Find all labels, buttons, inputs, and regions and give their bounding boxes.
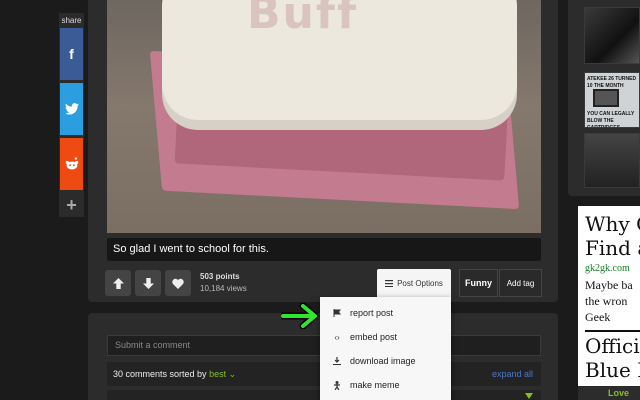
add-tag-button[interactable]: Add tag <box>499 269 542 297</box>
post-options-label: Post Options <box>397 278 443 288</box>
sort-select[interactable]: best ⌄ <box>209 369 236 379</box>
favorite-button[interactable] <box>165 270 191 296</box>
post-image[interactable]: Buff <box>107 0 541 233</box>
expand-all-link[interactable]: expand all <box>492 362 533 386</box>
comments-count: 30 comments sorted by <box>113 369 207 379</box>
ad-body: Maybe ba <box>585 278 633 292</box>
download-icon <box>333 357 341 365</box>
downvote-button[interactable] <box>135 270 161 296</box>
twitter-icon <box>64 103 79 115</box>
funny-tag-button[interactable]: Funny <box>459 269 498 297</box>
ad-headline: Find a <box>585 236 640 260</box>
report-post-item[interactable]: report post <box>320 301 451 325</box>
share-bar: share f + <box>59 13 84 217</box>
cake-text: Buff <box>247 0 359 39</box>
ad-body: Geek <box>585 310 611 324</box>
arrow-down-icon <box>142 277 154 289</box>
meme-icon <box>334 380 340 390</box>
chevron-down-icon: ⌄ <box>228 369 237 379</box>
make-meme-item[interactable]: make meme <box>320 373 451 397</box>
code-icon: ‹› <box>334 332 340 342</box>
post-options-button[interactable]: Post Options <box>377 269 451 297</box>
upvote-button[interactable] <box>105 270 131 296</box>
thumbnail-text: YOU CAN LEGALLY BLOW THE CARTRIDGES <box>587 111 635 128</box>
make-meme-label: make meme <box>350 380 400 390</box>
facebook-share-button[interactable]: f <box>60 28 83 80</box>
facebook-icon: f <box>69 46 74 62</box>
arrow-up-icon <box>112 277 124 289</box>
post-points: 503 points <box>200 272 240 281</box>
embed-post-item[interactable]: ‹› embed post <box>320 325 451 349</box>
ad-divider <box>585 330 640 332</box>
embed-post-label: embed post <box>350 332 398 342</box>
reddit-icon <box>65 157 78 170</box>
sort-value: best <box>209 369 227 379</box>
post-views: 10,184 views <box>200 284 247 293</box>
download-image-item[interactable]: download image <box>320 349 451 373</box>
twitter-share-button[interactable] <box>60 83 83 135</box>
thumbnail-text: ATEKEE 26 TURNED 10 THE MONTH <box>587 76 637 89</box>
ad-url: gk2gk.com <box>585 263 630 274</box>
green-arrow-icon <box>281 303 319 329</box>
flag-icon <box>333 309 341 317</box>
ad-body: the wron <box>585 294 628 308</box>
heart-icon <box>172 278 184 289</box>
report-post-label: report post <box>350 308 394 318</box>
sidebar-thumbnail[interactable] <box>584 133 640 188</box>
sidebar-love-label: Love <box>578 386 640 400</box>
share-label: share <box>61 16 82 25</box>
ad-headline: Officia <box>585 334 640 358</box>
ad-headline: Blue B <box>585 358 640 382</box>
plus-icon: + <box>66 194 77 215</box>
more-share-button[interactable]: + <box>60 193 83 217</box>
sidebar-ad[interactable]: Why C Find a gk2gk.com Maybe ba the wron… <box>578 206 640 400</box>
post-options-dropdown: report post ‹› embed post download image… <box>320 297 451 400</box>
sidebar-thumbnail[interactable] <box>584 7 640 64</box>
reddit-share-button[interactable] <box>60 138 83 190</box>
collapse-triangle-icon[interactable] <box>525 393 533 399</box>
thumbnail-image <box>593 89 619 107</box>
sidebar-thumbnail[interactable]: ATEKEE 26 TURNED 10 THE MONTH YOU CAN LE… <box>584 72 640 128</box>
post-caption: So glad I went to school for this. <box>107 238 541 261</box>
ad-headline: Why C <box>585 212 640 236</box>
download-image-label: download image <box>350 356 416 366</box>
hamburger-icon <box>385 279 394 287</box>
